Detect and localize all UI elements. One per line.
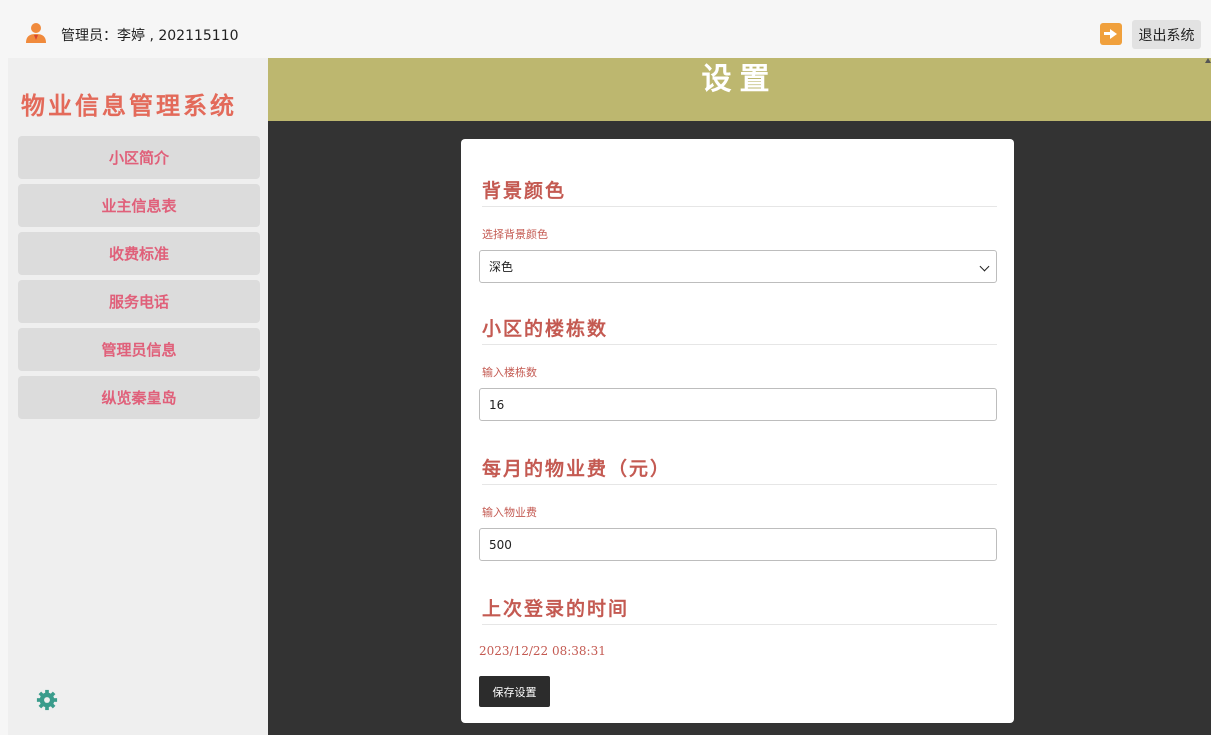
section-title-last-login: 上次登录的时间: [482, 598, 630, 620]
page-title: 设置: [701, 62, 778, 97]
buildings-input-label: 输入楼栋数: [482, 366, 537, 379]
top-bar: 管理员：李婷 , 202115110 退出系统: [8, 9, 1211, 58]
divider: [482, 484, 997, 485]
fee-input[interactable]: 500: [479, 528, 997, 561]
sidebar-item-service-phone[interactable]: 服务电话: [18, 280, 260, 323]
sidebar: 物业信息管理系统 小区简介 业主信息表 收费标准 服务电话 管理员信息 纵览秦皇…: [8, 58, 268, 735]
exit-icon[interactable]: [1100, 23, 1122, 45]
sidebar-item-owner-info[interactable]: 业主信息表: [18, 184, 260, 227]
sidebar-item-admin-info[interactable]: 管理员信息: [18, 328, 260, 371]
divider: [482, 344, 997, 345]
sidebar-item-community-intro[interactable]: 小区简介: [18, 136, 260, 179]
settings-card: 背景颜色 选择背景颜色 深色 小区的楼栋数 输入楼栋数 16 每月的物业费（元）…: [461, 139, 1014, 723]
background-select-label: 选择背景颜色: [482, 228, 548, 241]
fee-input-label: 输入物业费: [482, 506, 537, 519]
admin-info: 管理员：李婷 , 202115110: [61, 28, 239, 44]
section-title-buildings: 小区的楼栋数: [482, 318, 609, 340]
chevron-down-icon: [979, 261, 990, 272]
sidebar-item-fee-standard[interactable]: 收费标准: [18, 232, 260, 275]
last-login-time: 2023/12/22 08:38:31: [479, 644, 606, 658]
background-color-select[interactable]: 深色: [479, 250, 997, 283]
scroll-up-arrow-icon[interactable]: [1205, 58, 1211, 63]
page-header: 设置: [268, 58, 1211, 121]
user-icon: [26, 23, 46, 43]
app-title: 物业信息管理系统: [21, 91, 237, 120]
section-title-background: 背景颜色: [482, 180, 567, 202]
sidebar-item-qinhuangdao[interactable]: 纵览秦皇岛: [18, 376, 260, 419]
main-content: 设置 背景颜色 选择背景颜色 深色 小区的楼栋数 输入楼栋数 16 每月的物业费…: [268, 58, 1211, 735]
gear-icon[interactable]: [36, 689, 58, 711]
exit-button[interactable]: 退出系统: [1132, 20, 1201, 49]
section-title-fee: 每月的物业费（元）: [482, 458, 672, 480]
divider: [482, 206, 997, 207]
divider: [482, 624, 997, 625]
buildings-input[interactable]: 16: [479, 388, 997, 421]
save-settings-button[interactable]: 保存设置: [479, 676, 550, 707]
background-color-value: 深色: [489, 260, 514, 274]
